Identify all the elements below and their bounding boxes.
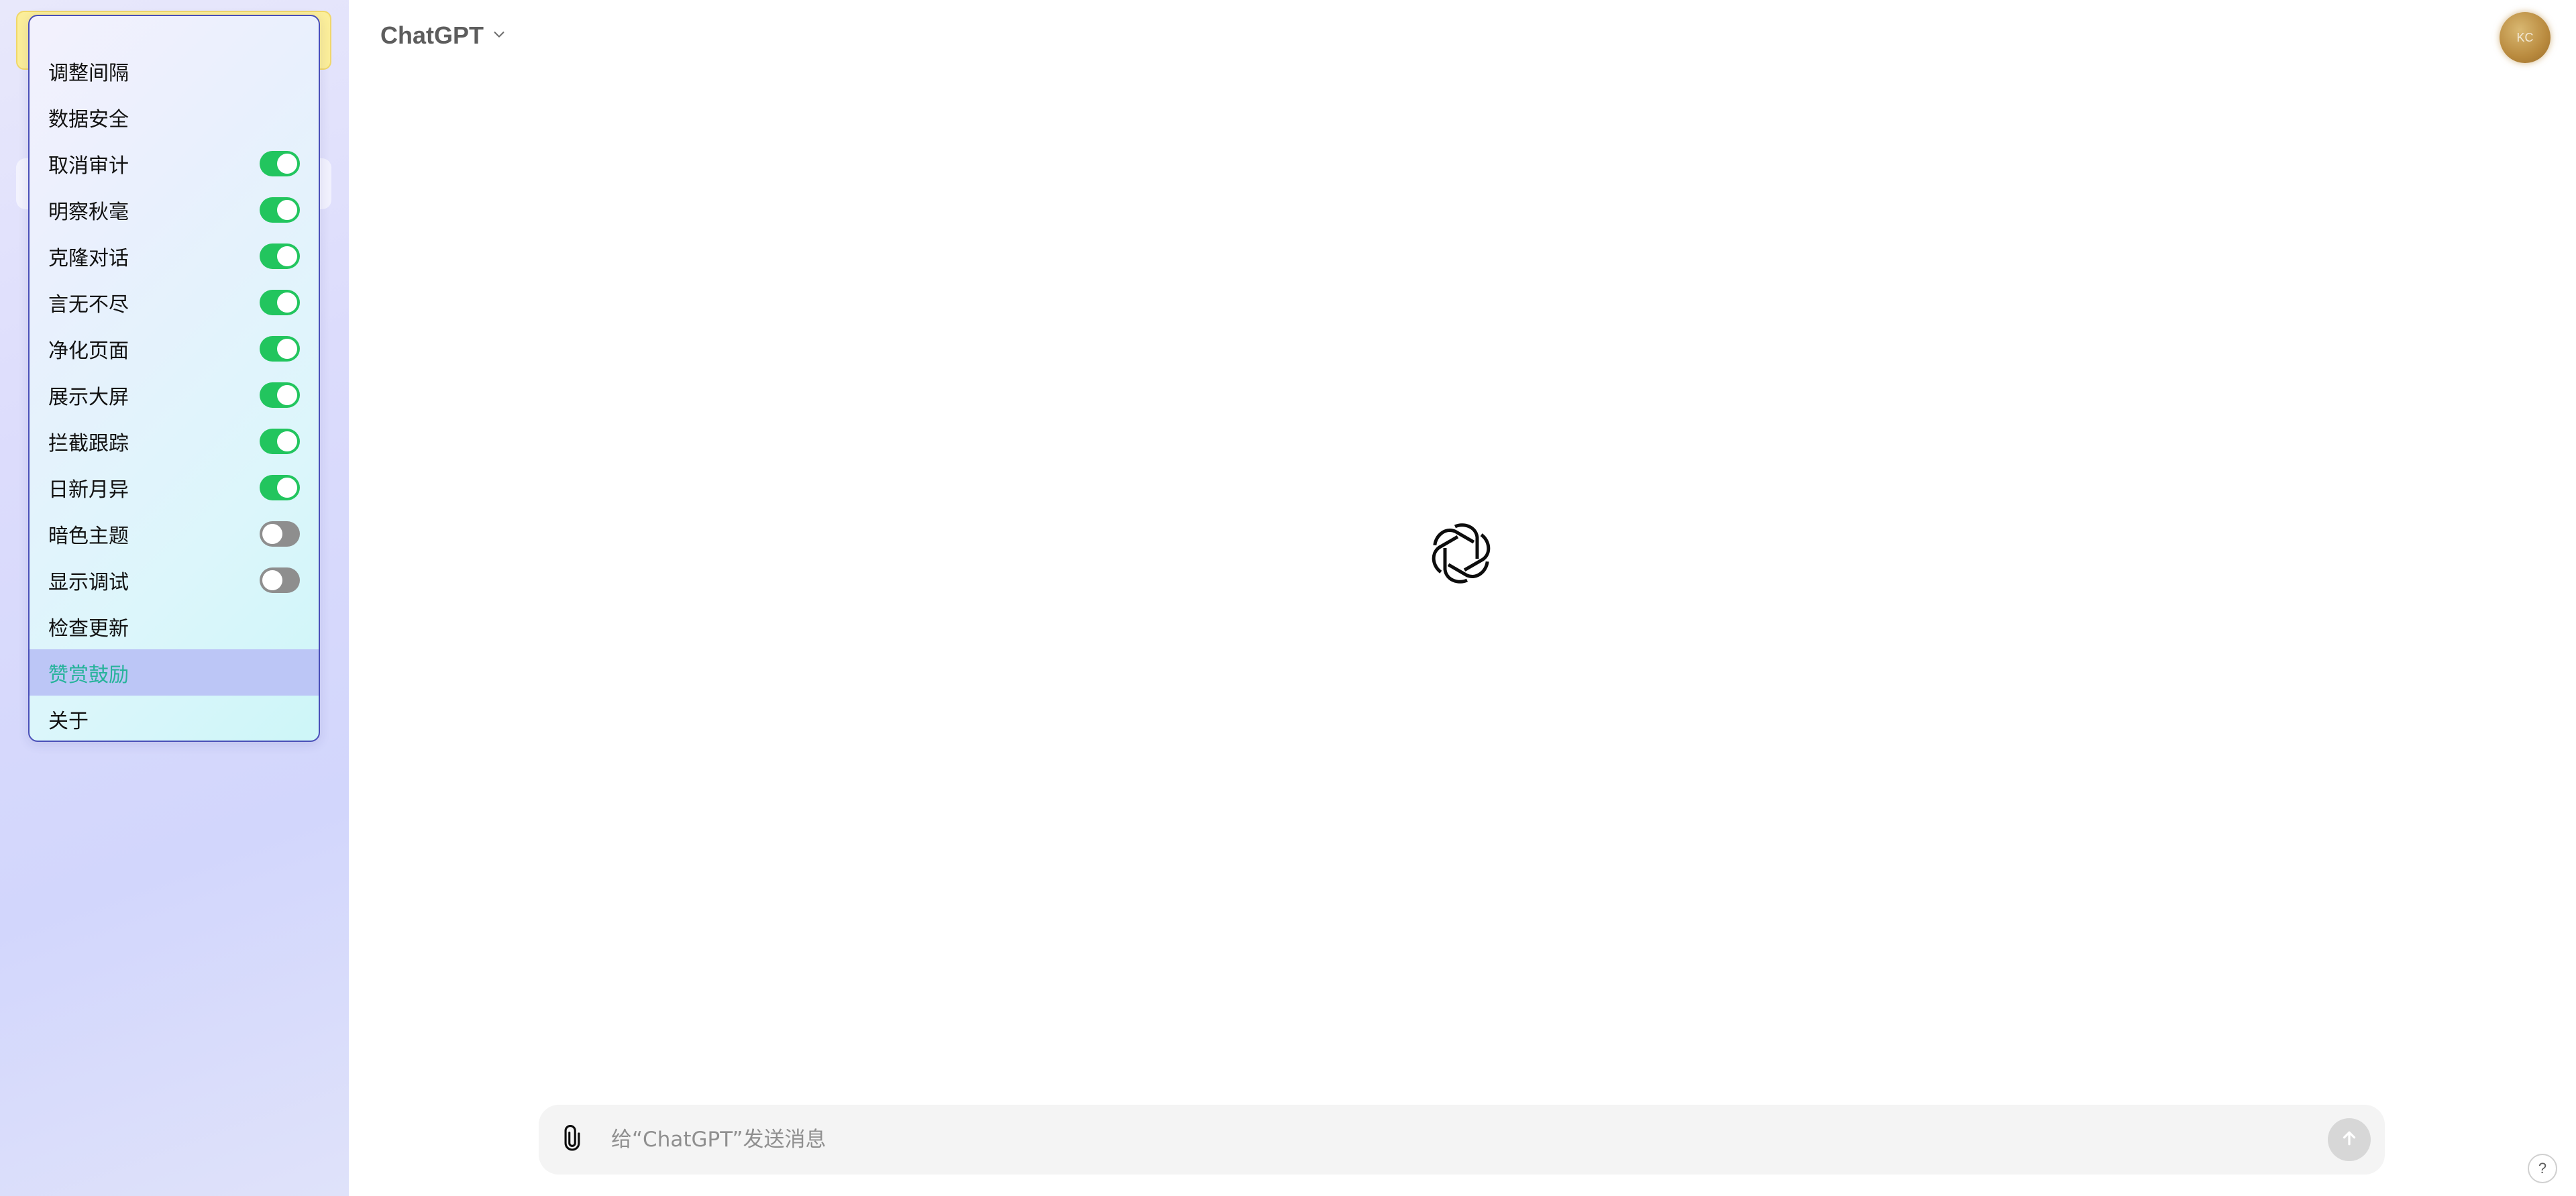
show-debug-toggle[interactable] [260,567,300,593]
message-input[interactable] [611,1121,2275,1158]
attach-button[interactable] [553,1121,591,1158]
menu-item-label: 净化页面 [48,339,129,363]
menu-item-label: 关于 [48,709,89,733]
menu-item-label: 取消审计 [48,154,129,178]
message-composer [539,1105,2385,1175]
speak-fully-toggle[interactable] [260,289,300,315]
large-screen-toggle[interactable] [260,382,300,408]
cancel-audit-toggle[interactable] [260,150,300,176]
menu-item-speak-fully[interactable]: 言无不尽 [30,279,319,325]
menu-item-label: 暗色主题 [48,524,129,548]
menu-item-keen-eye[interactable]: 明察秋毫 [30,186,319,233]
menu-item-donate[interactable]: 赞赏鼓励 [30,649,319,696]
menu-item-large-screen[interactable]: 展示大屏 [30,372,319,418]
clone-chat-toggle[interactable] [260,243,300,269]
chevron-down-icon [492,27,506,45]
model-name: ChatGPT [380,21,484,49]
avatar-initials: KC [2516,30,2534,44]
menu-item-dark-theme[interactable]: 暗色主题 [30,510,319,557]
help-button[interactable]: ? [2528,1154,2557,1183]
menu-item-label: 显示调试 [48,570,129,594]
block-tracking-toggle[interactable] [260,428,300,454]
menu-item-show-debug[interactable]: 显示调试 [30,557,319,603]
help-label: ? [2538,1160,2547,1177]
menu-item-label: 拦截跟踪 [48,431,129,455]
menu-item-label: 明察秋毫 [48,200,129,224]
model-selector[interactable]: ChatGPT [380,21,506,50]
menu-item-about[interactable]: 关于 [30,696,319,741]
menu-item-label: 克隆对话 [48,246,129,270]
avatar[interactable]: KC [2500,12,2551,63]
menu-item-label: 展示大屏 [48,385,129,409]
menu-item-check-update[interactable]: 检查更新 [30,603,319,649]
keen-eye-toggle[interactable] [260,197,300,223]
menu-item-cancel-audit[interactable]: 取消审计 [30,140,319,186]
menu-item-daily-update[interactable]: 日新月异 [30,464,319,510]
send-button[interactable] [2328,1118,2371,1161]
menu-item-clean-page[interactable]: 净化页面 [30,325,319,372]
menu-item-adjust-interval[interactable]: 调整间隔 [30,48,319,94]
paperclip-icon [561,1124,584,1155]
menu-item-block-tracking[interactable]: 拦截跟踪 [30,418,319,464]
arrow-up-icon [2339,1128,2359,1152]
openai-logo-icon [1428,520,1495,587]
menu-item-label: 检查更新 [48,616,129,641]
settings-menu: 调整间隔 数据安全 取消审计 明察秋毫 克隆对话 言无不尽 净化页面 展示大屏 … [28,15,320,742]
menu-item-label: 日新月异 [48,478,129,502]
menu-item-clone-chat[interactable]: 克隆对话 [30,233,319,279]
menu-item-label: 数据安全 [48,107,129,131]
menu-item-label: 言无不尽 [48,292,129,317]
menu-item-label: 赞赏鼓励 [48,663,129,687]
dark-theme-toggle[interactable] [260,521,300,547]
menu-item-data-security[interactable]: 数据安全 [30,94,319,140]
menu-item-label: 调整间隔 [48,61,129,85]
clean-page-toggle[interactable] [260,335,300,362]
daily-update-toggle[interactable] [260,474,300,500]
